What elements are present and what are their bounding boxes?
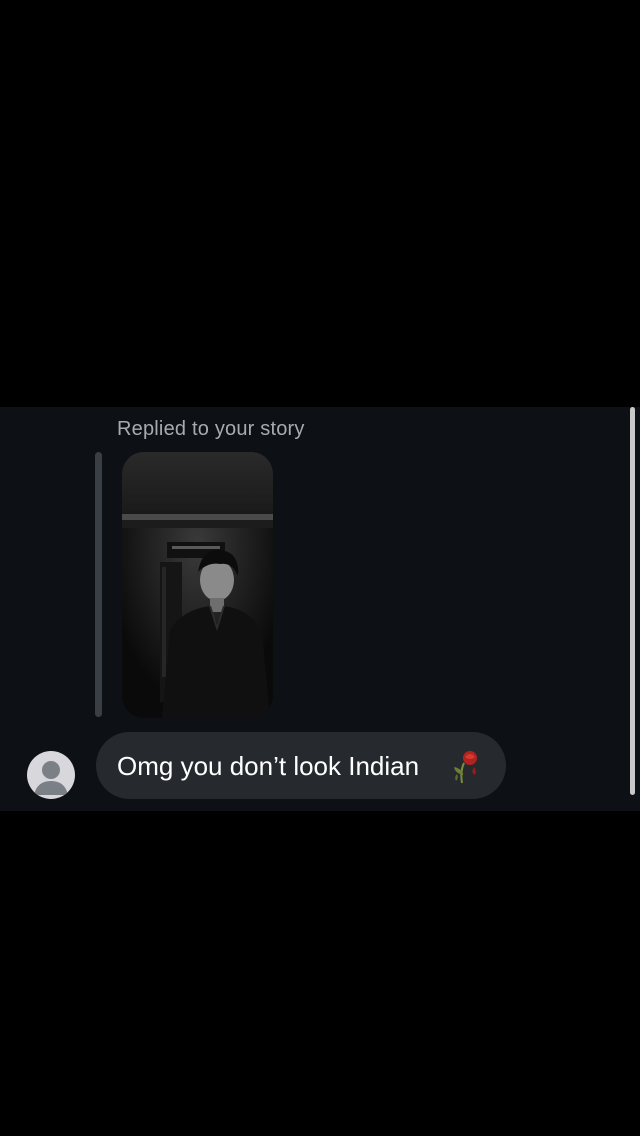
message-text: Omg you don’t look Indian (117, 751, 420, 781)
reply-indicator-bar (95, 452, 102, 717)
chat-panel: Replied to your story Omg you don’t look… (0, 407, 640, 811)
reply-caption: Replied to your story (117, 418, 305, 440)
story-preview[interactable] (122, 452, 273, 718)
wilted-rose-icon (450, 747, 482, 785)
default-avatar-icon[interactable] (27, 751, 75, 799)
message-bubble[interactable]: Omg you don’t look Indian (96, 732, 506, 799)
story-photo (122, 452, 273, 718)
scrollbar[interactable] (630, 407, 635, 795)
